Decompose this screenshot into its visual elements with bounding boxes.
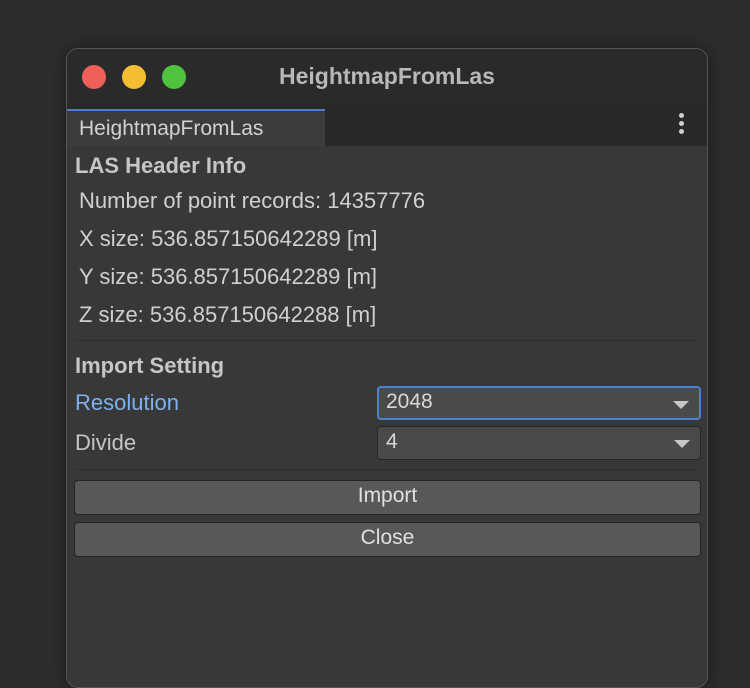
import-button[interactable]: Import bbox=[74, 480, 701, 515]
separator bbox=[75, 469, 699, 470]
separator bbox=[75, 340, 699, 341]
x-size-text: X size: 536.857150642289 [m] bbox=[79, 226, 378, 251]
editor-window: HeightmapFromLas HeightmapFromLas LAS He… bbox=[66, 48, 708, 688]
z-size-text: Z size: 536.857150642288 [m] bbox=[79, 302, 377, 327]
resolution-label: Resolution bbox=[75, 390, 179, 415]
y-size-text: Y size: 536.857150642289 [m] bbox=[79, 264, 378, 289]
window-title: HeightmapFromLas bbox=[279, 63, 495, 89]
tab-bar: HeightmapFromLas bbox=[67, 105, 707, 146]
chevron-down-icon bbox=[674, 440, 690, 448]
import-setting-title: Import Setting bbox=[75, 353, 225, 378]
close-button[interactable]: Close bbox=[74, 522, 701, 557]
divide-label: Divide bbox=[75, 430, 137, 455]
divide-value: 4 bbox=[386, 430, 398, 453]
title-bar[interactable]: HeightmapFromLas bbox=[67, 49, 707, 105]
more-options-icon[interactable] bbox=[679, 113, 685, 139]
las-header-info-title: LAS Header Info bbox=[75, 153, 247, 178]
chevron-down-icon bbox=[673, 401, 689, 409]
tab-heightmap-from-las[interactable]: HeightmapFromLas bbox=[67, 109, 325, 146]
point-records-text: Number of point records: 14357776 bbox=[79, 188, 426, 213]
resolution-dropdown[interactable]: 2048 bbox=[377, 386, 701, 420]
divide-dropdown[interactable]: 4 bbox=[377, 426, 701, 460]
resolution-value: 2048 bbox=[386, 390, 433, 413]
